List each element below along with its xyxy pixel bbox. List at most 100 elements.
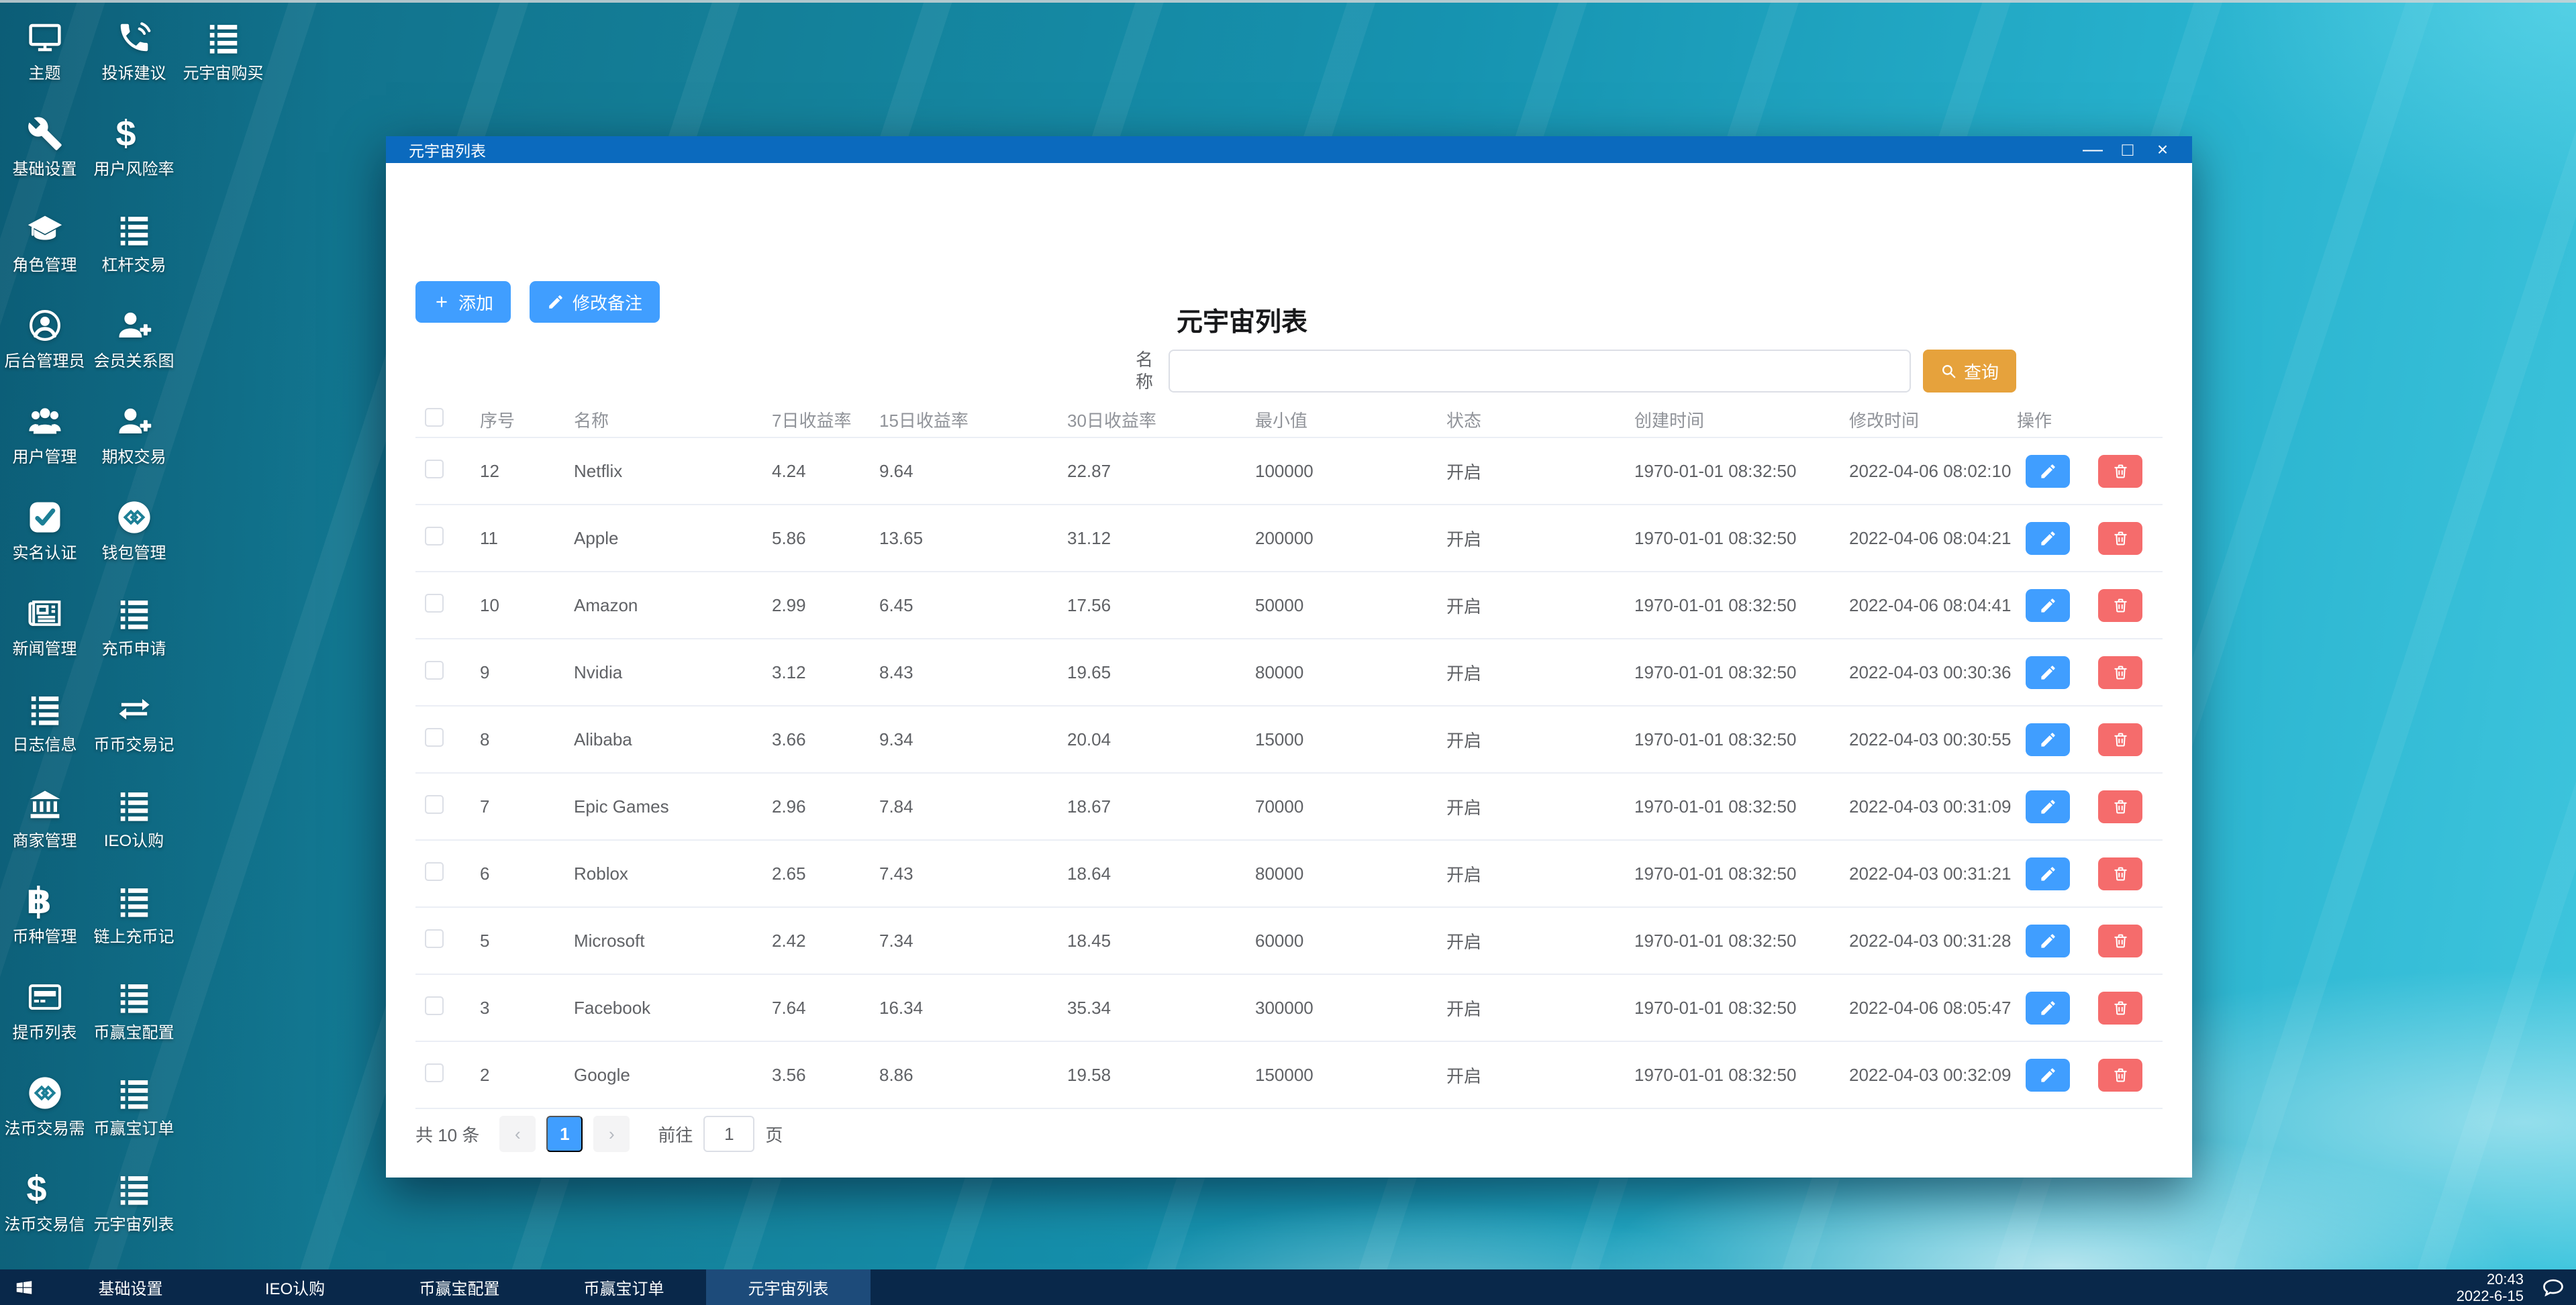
desktop-icon-用户管理[interactable]: 用户管理 bbox=[0, 400, 89, 496]
edit-button[interactable] bbox=[2026, 656, 2070, 689]
delete-button[interactable] bbox=[2098, 522, 2142, 555]
row-checkbox[interactable] bbox=[425, 460, 444, 478]
taskbar-item-币赢宝订单[interactable]: 币赢宝订单 bbox=[542, 1269, 706, 1305]
taskbar-item-基础设置[interactable]: 基础设置 bbox=[48, 1269, 213, 1305]
start-button[interactable] bbox=[0, 1269, 48, 1305]
taskbar-item-币赢宝配置[interactable]: 币赢宝配置 bbox=[377, 1269, 542, 1305]
delete-button[interactable] bbox=[2098, 1059, 2142, 1092]
desktop-icon-会员关系图[interactable]: 会员关系图 bbox=[89, 304, 179, 400]
row-checkbox[interactable] bbox=[425, 661, 444, 680]
delete-button[interactable] bbox=[2098, 992, 2142, 1025]
delete-button[interactable] bbox=[2098, 790, 2142, 823]
edit-button[interactable] bbox=[2026, 455, 2070, 488]
clock-date: 2022-6-15 bbox=[2457, 1288, 2524, 1304]
header-cell: 状态 bbox=[1446, 407, 1634, 432]
cell-rate30: 20.04 bbox=[1067, 729, 1255, 750]
taskbar-spacer bbox=[871, 1269, 2457, 1305]
delete-button[interactable] bbox=[2098, 455, 2142, 488]
edit-button[interactable] bbox=[2026, 723, 2070, 756]
desktop-icon-用户风险率[interactable]: $用户风险率 bbox=[89, 112, 179, 208]
edit-button[interactable] bbox=[2026, 589, 2070, 622]
table-row: 7Epic Games2.967.8418.6770000开启1970-01-0… bbox=[415, 774, 2163, 841]
maximize-button[interactable]: □ bbox=[2110, 136, 2145, 163]
desktop-icon-art bbox=[23, 496, 66, 539]
desktop-icon-杠杆交易[interactable]: 杠杆交易 bbox=[89, 208, 179, 304]
row-checkbox[interactable] bbox=[425, 929, 444, 948]
minimize-button[interactable]: — bbox=[2075, 136, 2110, 163]
desktop-icon-商家管理[interactable]: 商家管理 bbox=[0, 784, 89, 880]
newspaper-icon bbox=[27, 595, 63, 631]
dollar-icon: $ bbox=[116, 115, 152, 152]
pencil-icon bbox=[2039, 462, 2057, 480]
desktop-icon-期权交易[interactable]: 期权交易 bbox=[89, 400, 179, 496]
close-button[interactable]: × bbox=[2145, 136, 2180, 163]
desktop-icon-链上充币记[interactable]: 链上充币记 bbox=[89, 880, 179, 976]
row-checkbox[interactable] bbox=[425, 594, 444, 613]
desktop-icon-日志信息[interactable]: 日志信息 bbox=[0, 688, 89, 784]
row-checkbox[interactable] bbox=[425, 1063, 444, 1082]
desktop-icon-币币交易记[interactable]: 币币交易记 bbox=[89, 688, 179, 784]
desktop-icon-币赢宝配置[interactable]: 币赢宝配置 bbox=[89, 976, 179, 1072]
desktop-icon-后台管理员[interactable]: 后台管理员 bbox=[0, 304, 89, 400]
cell-rate15: 9.34 bbox=[879, 729, 1067, 750]
current-page-button[interactable]: 1 bbox=[546, 1116, 583, 1152]
edit-button[interactable] bbox=[2026, 925, 2070, 957]
desktop-icon-art bbox=[23, 112, 66, 155]
taskbar-clock[interactable]: 20:43 2022-6-15 bbox=[2457, 1271, 2524, 1304]
desktop-icon-label: 元宇宙列表 bbox=[94, 1216, 175, 1235]
header-checkbox[interactable] bbox=[425, 408, 444, 427]
desktop-icon-实名认证[interactable]: 实名认证 bbox=[0, 496, 89, 592]
desktop-icon-元宇宙购买[interactable]: 元宇宙购买 bbox=[179, 16, 268, 112]
goto-page-input[interactable] bbox=[703, 1116, 754, 1152]
desktop-icon-钱包管理[interactable]: 钱包管理 bbox=[89, 496, 179, 592]
row-checkbox[interactable] bbox=[425, 527, 444, 545]
next-page-button[interactable]: › bbox=[593, 1116, 630, 1152]
desktop-icon-提币列表[interactable]: 提币列表 bbox=[0, 976, 89, 1072]
desktop-icon-投诉建议[interactable]: 投诉建议 bbox=[89, 16, 179, 112]
row-checkbox[interactable] bbox=[425, 795, 444, 814]
desktop-icon-新闻管理[interactable]: 新闻管理 bbox=[0, 592, 89, 688]
row-checkbox[interactable] bbox=[425, 996, 444, 1015]
chat-bubble-icon[interactable] bbox=[2541, 1275, 2565, 1300]
pencil-icon bbox=[2039, 798, 2057, 816]
prev-page-button[interactable]: ‹ bbox=[499, 1116, 536, 1152]
desktop-icon-充币申请[interactable]: 充币申请 bbox=[89, 592, 179, 688]
delete-button[interactable] bbox=[2098, 656, 2142, 689]
desktop-icon-label: 基础设置 bbox=[13, 160, 77, 179]
delete-button[interactable] bbox=[2098, 723, 2142, 756]
edit-button[interactable] bbox=[2026, 992, 2070, 1025]
taskbar-item-元宇宙列表[interactable]: 元宇宙列表 bbox=[706, 1269, 871, 1305]
delete-button[interactable] bbox=[2098, 589, 2142, 622]
desktop-icon-币种管理[interactable]: ฿币种管理 bbox=[0, 880, 89, 976]
cell-rate15: 8.43 bbox=[879, 662, 1067, 683]
delete-button[interactable] bbox=[2098, 925, 2142, 957]
edit-button[interactable] bbox=[2026, 857, 2070, 890]
row-checkbox-cell bbox=[415, 929, 480, 953]
dollar-icon: $ bbox=[27, 1171, 63, 1207]
desktop-icon-IEO认购[interactable]: IEO认购 bbox=[89, 784, 179, 880]
desktop-icon-法币交易信[interactable]: $法币交易信 bbox=[0, 1167, 89, 1263]
edit-button[interactable] bbox=[2026, 522, 2070, 555]
cell-created: 1970-01-01 08:32:50 bbox=[1634, 595, 1849, 616]
table-body: 12Netflix4.249.6422.87100000开启1970-01-01… bbox=[415, 438, 2163, 1109]
desktop-icon-法币交易需[interactable]: 法币交易需 bbox=[0, 1072, 89, 1167]
taskbar-item-IEO认购[interactable]: IEO认购 bbox=[213, 1269, 377, 1305]
row-checkbox[interactable] bbox=[425, 862, 444, 881]
cell-created: 1970-01-01 08:32:50 bbox=[1634, 796, 1849, 817]
row-checkbox-cell bbox=[415, 728, 480, 751]
query-button[interactable]: 查询 bbox=[1923, 350, 2016, 393]
desktop-icon-币赢宝订单[interactable]: 币赢宝订单 bbox=[89, 1072, 179, 1167]
desktop-icon-art bbox=[202, 16, 245, 59]
desktop-icon-角色管理[interactable]: 角色管理 bbox=[0, 208, 89, 304]
row-checkbox[interactable] bbox=[425, 728, 444, 747]
edit-button[interactable] bbox=[2026, 790, 2070, 823]
phone-icon bbox=[116, 19, 152, 56]
search-input[interactable] bbox=[1169, 350, 1911, 393]
edit-button[interactable] bbox=[2026, 1059, 2070, 1092]
desktop-icon-元宇宙列表[interactable]: 元宇宙列表 bbox=[89, 1167, 179, 1263]
desktop-icon-主题[interactable]: 主题 bbox=[0, 16, 89, 112]
desktop-icon-art bbox=[113, 784, 156, 827]
delete-button[interactable] bbox=[2098, 857, 2142, 890]
desktop-icon-art bbox=[23, 16, 66, 59]
desktop-icon-基础设置[interactable]: 基础设置 bbox=[0, 112, 89, 208]
